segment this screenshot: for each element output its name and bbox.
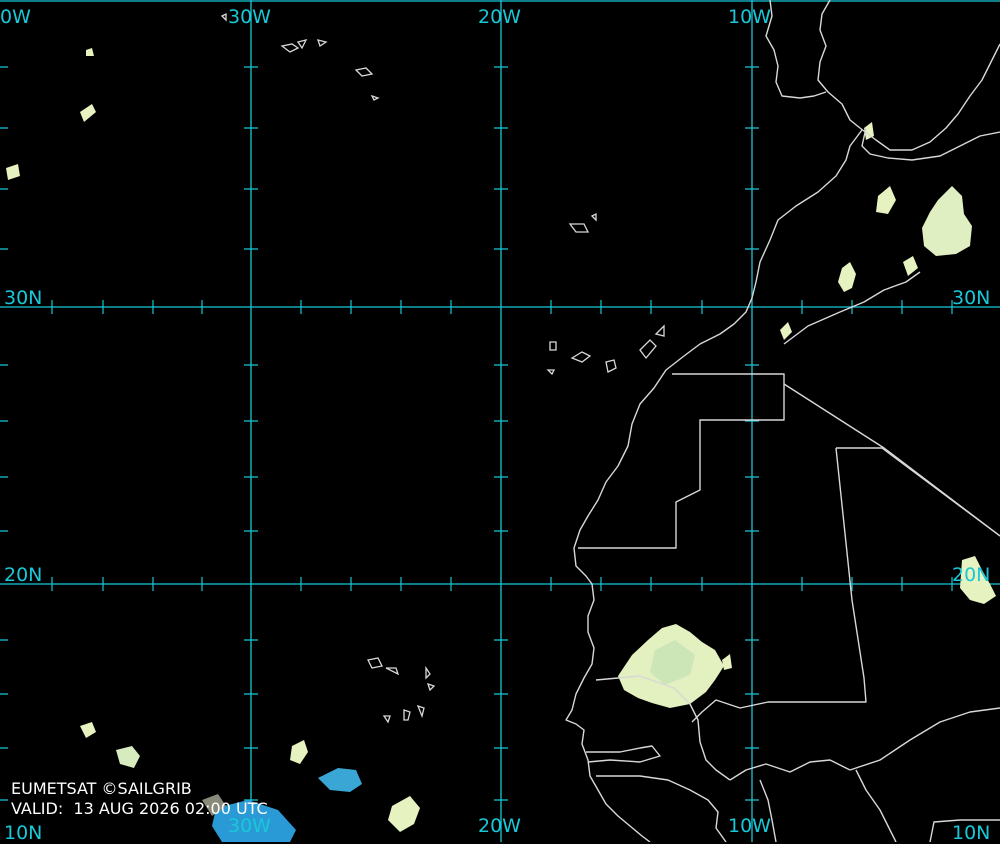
coastlines: [565, 0, 1000, 842]
lon-label-top-10w: 10W: [728, 6, 771, 28]
island-azores-6: [220, 12, 227, 22]
lat-label-left-30n: 30N: [4, 287, 43, 309]
lon-label-top-20w: 20W: [478, 6, 521, 28]
border-wsahara: [578, 373, 785, 549]
coast-iberia: [817, 0, 1000, 151]
island-cv-5: [382, 715, 391, 724]
cloud-tropics-5: [86, 48, 94, 56]
island-cv-4: [426, 682, 436, 692]
cloud-tropics-7: [6, 164, 20, 180]
island-cv-6: [403, 709, 411, 721]
island-cv-7: [416, 704, 425, 719]
island-azores-2: [296, 39, 308, 50]
island-madeira: [568, 223, 590, 233]
cloud-tropics-3: [290, 740, 308, 764]
island-cv-2: [385, 667, 400, 676]
lat-label-left-20n: 20N: [4, 564, 43, 586]
border-mali-south: [729, 759, 851, 781]
island-canary-5: [654, 324, 665, 337]
island-azores-5: [370, 94, 380, 101]
cloud-sahel-small: [722, 654, 732, 670]
island-canary-3: [605, 359, 617, 373]
lat-label-right-30n: 30N: [952, 287, 991, 309]
islands: [220, 12, 665, 724]
cloud-morocco-2: [903, 256, 918, 276]
island-azores-3: [317, 39, 328, 48]
island-canary-1: [549, 341, 557, 351]
island-canary-2: [570, 351, 592, 363]
lon-label-top-0w: 0W: [0, 6, 31, 28]
cloud-algeria-2: [876, 186, 896, 214]
lon-label-bottom-10w: 10W: [728, 815, 771, 837]
coast-morocco-atlantic: [565, 129, 863, 842]
island-azores-1: [280, 43, 300, 53]
cloud-canary-coast: [780, 322, 792, 340]
cloud-tropics-1: [80, 722, 96, 738]
coast-portugal: [765, 0, 827, 99]
island-cv-1: [367, 657, 383, 669]
border-mauritania: [836, 447, 1000, 537]
island-canary-6: [546, 369, 556, 376]
border-east: [849, 707, 1000, 771]
cloud-blue-1: [318, 768, 362, 792]
border-east-2: [855, 769, 897, 842]
lon-label-bottom-30w: 30W: [228, 815, 271, 837]
satellite-map: [0, 0, 1000, 842]
cloud-algeria: [922, 186, 972, 256]
valid-time-label: VALID: 13 AUG 2026 02:00 UTC: [11, 799, 268, 818]
lat-label-left-10n: 10N: [4, 822, 43, 844]
island-cv-3: [425, 665, 431, 680]
cloud-tropics-2: [116, 746, 140, 768]
lat-label-right-20n: 20N: [952, 564, 991, 586]
border-mauritania-east: [691, 447, 867, 723]
lon-label-bottom-20w: 20W: [478, 815, 521, 837]
lat-label-right-10n: 10N: [952, 822, 991, 844]
island-azores-4: [354, 67, 374, 77]
lon-label-top-30w: 30W: [228, 6, 271, 28]
cloud-morocco: [838, 262, 856, 292]
border-algeria-mali: [783, 383, 1000, 537]
cloud-tropics-6: [80, 104, 96, 122]
island-canary-4: [639, 339, 657, 360]
cloud-tropics-4: [388, 796, 420, 832]
island-madeira-2: [590, 212, 597, 222]
credit-label: EUMETSAT ©SAILGRIB: [11, 779, 192, 798]
graticule-ticks: [0, 66, 953, 801]
border-gambia: [586, 745, 661, 763]
border-guinea: [596, 775, 727, 842]
